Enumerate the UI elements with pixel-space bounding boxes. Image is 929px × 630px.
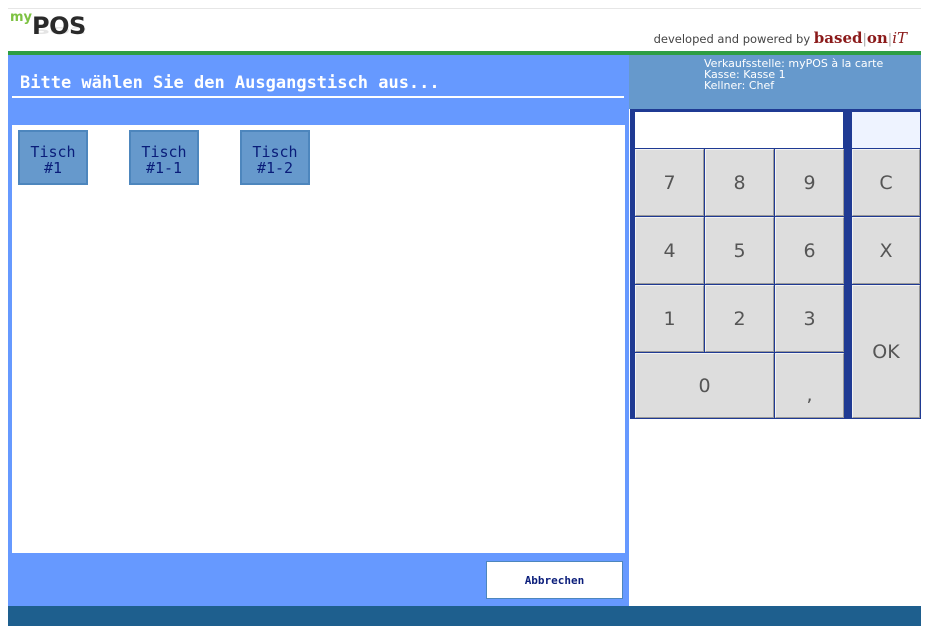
table-button-label: Tisch — [30, 143, 76, 161]
main-panel: Bitte wählen Sie den Ausgangstisch aus..… — [8, 55, 629, 606]
key-x[interactable]: X — [852, 217, 920, 284]
table-selection-area: Tisch #1 Tisch #1-1 Tisch #1-2 — [12, 125, 625, 553]
powered-by-text: developed and powered by — [653, 32, 811, 46]
table-button-1-1[interactable]: Tisch #1-1 — [129, 130, 199, 185]
table-button-number: #1-2 — [256, 159, 294, 177]
footer-bar — [8, 606, 921, 626]
key-2[interactable]: 2 — [705, 285, 774, 352]
key-ok[interactable]: OK — [852, 285, 920, 418]
table-button-number: #1-1 — [145, 159, 183, 177]
brand-it: iT — [892, 29, 907, 47]
logo-my-text: my — [10, 10, 33, 25]
powered-by: developed and powered by based|on|iT — [654, 29, 907, 47]
key-3[interactable]: 3 — [775, 285, 844, 352]
key-clear[interactable]: C — [852, 149, 920, 216]
table-button-label: Tisch — [141, 143, 187, 161]
key-5[interactable]: 5 — [705, 217, 774, 284]
table-button-label: Tisch — [252, 143, 298, 161]
title-divider — [12, 96, 624, 98]
table-button-1[interactable]: Tisch #1 — [18, 130, 88, 185]
page-title: Bitte wählen Sie den Ausgangstisch aus..… — [20, 73, 440, 93]
session-info-panel: Verkaufsstelle: myPOS à la carte Kasse: … — [629, 55, 921, 109]
cancel-button[interactable]: Abbrechen — [486, 561, 623, 599]
key-comma[interactable]: , — [775, 353, 844, 418]
keypad-display[interactable] — [635, 112, 843, 148]
brand-on: on — [866, 29, 888, 47]
key-9[interactable]: 9 — [775, 149, 844, 216]
numeric-keypad: 7 8 9 C 4 5 6 X 1 2 3 OK 0 , — [630, 109, 921, 419]
key-7[interactable]: 7 — [635, 149, 704, 216]
waiter-info: Kellner: Chef — [704, 79, 775, 92]
key-1[interactable]: 1 — [635, 285, 704, 352]
key-0[interactable]: 0 — [635, 353, 774, 418]
logo-reflection: POS — [32, 24, 88, 36]
key-4[interactable]: 4 — [635, 217, 704, 284]
top-frame-line — [8, 8, 921, 9]
table-button-1-2[interactable]: Tisch #1-2 — [240, 130, 310, 185]
table-button-number: #1 — [43, 159, 63, 177]
key-8[interactable]: 8 — [705, 149, 774, 216]
brand-based: based — [813, 29, 863, 47]
keypad-secondary-display — [852, 112, 920, 148]
key-6[interactable]: 6 — [775, 217, 844, 284]
